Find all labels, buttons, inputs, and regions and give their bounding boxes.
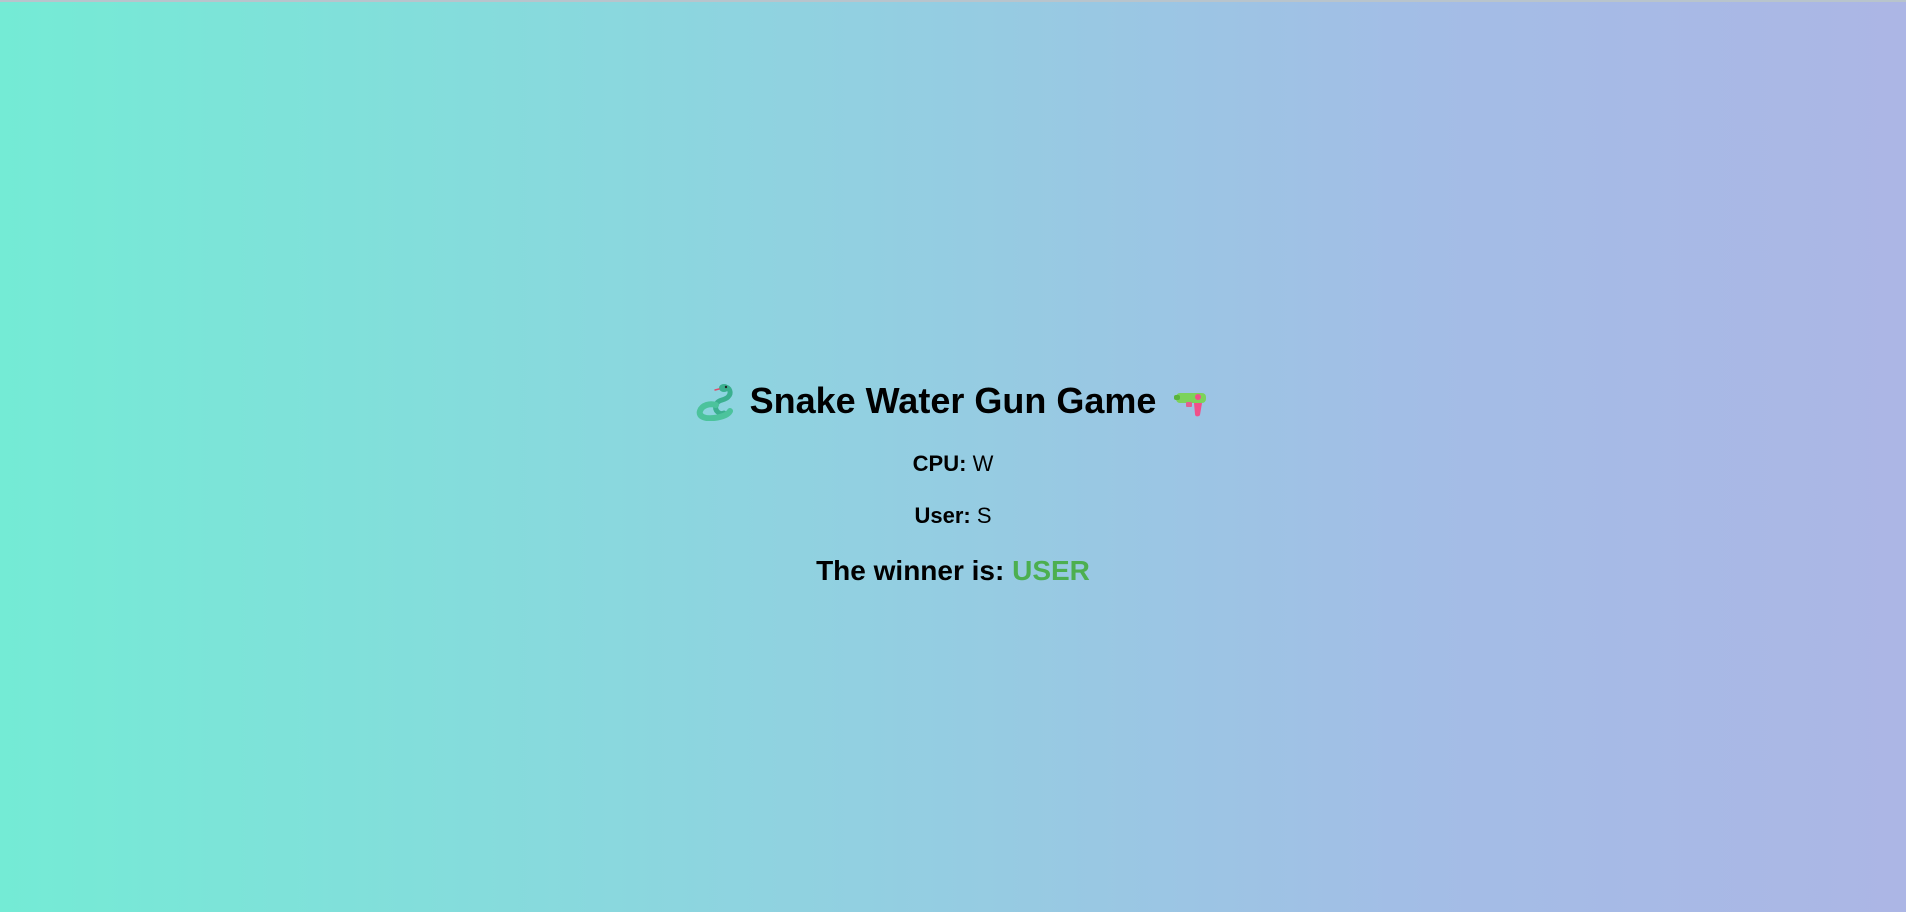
page-title: Snake Water Gun Game [694,373,1213,429]
top-border [0,0,1906,2]
winner-line: The winner is: USER [0,553,1906,589]
game-panel: Snake Water Gun Game CPU: W User: S The … [0,373,1906,589]
winner-name: USER [1012,555,1090,586]
user-choice-line: User: S [0,501,1906,531]
cpu-choice-value: W [972,451,994,476]
water-pistol-icon [1174,393,1207,417]
cpu-label: CPU: [912,451,967,476]
user-choice-value: S [976,503,992,528]
user-label: User: [914,503,971,528]
winner-label: The winner is: [816,555,1005,586]
title-text: Snake Water Gun Game [749,380,1157,421]
snake-icon [696,384,733,421]
cpu-choice-line: CPU: W [0,449,1906,479]
